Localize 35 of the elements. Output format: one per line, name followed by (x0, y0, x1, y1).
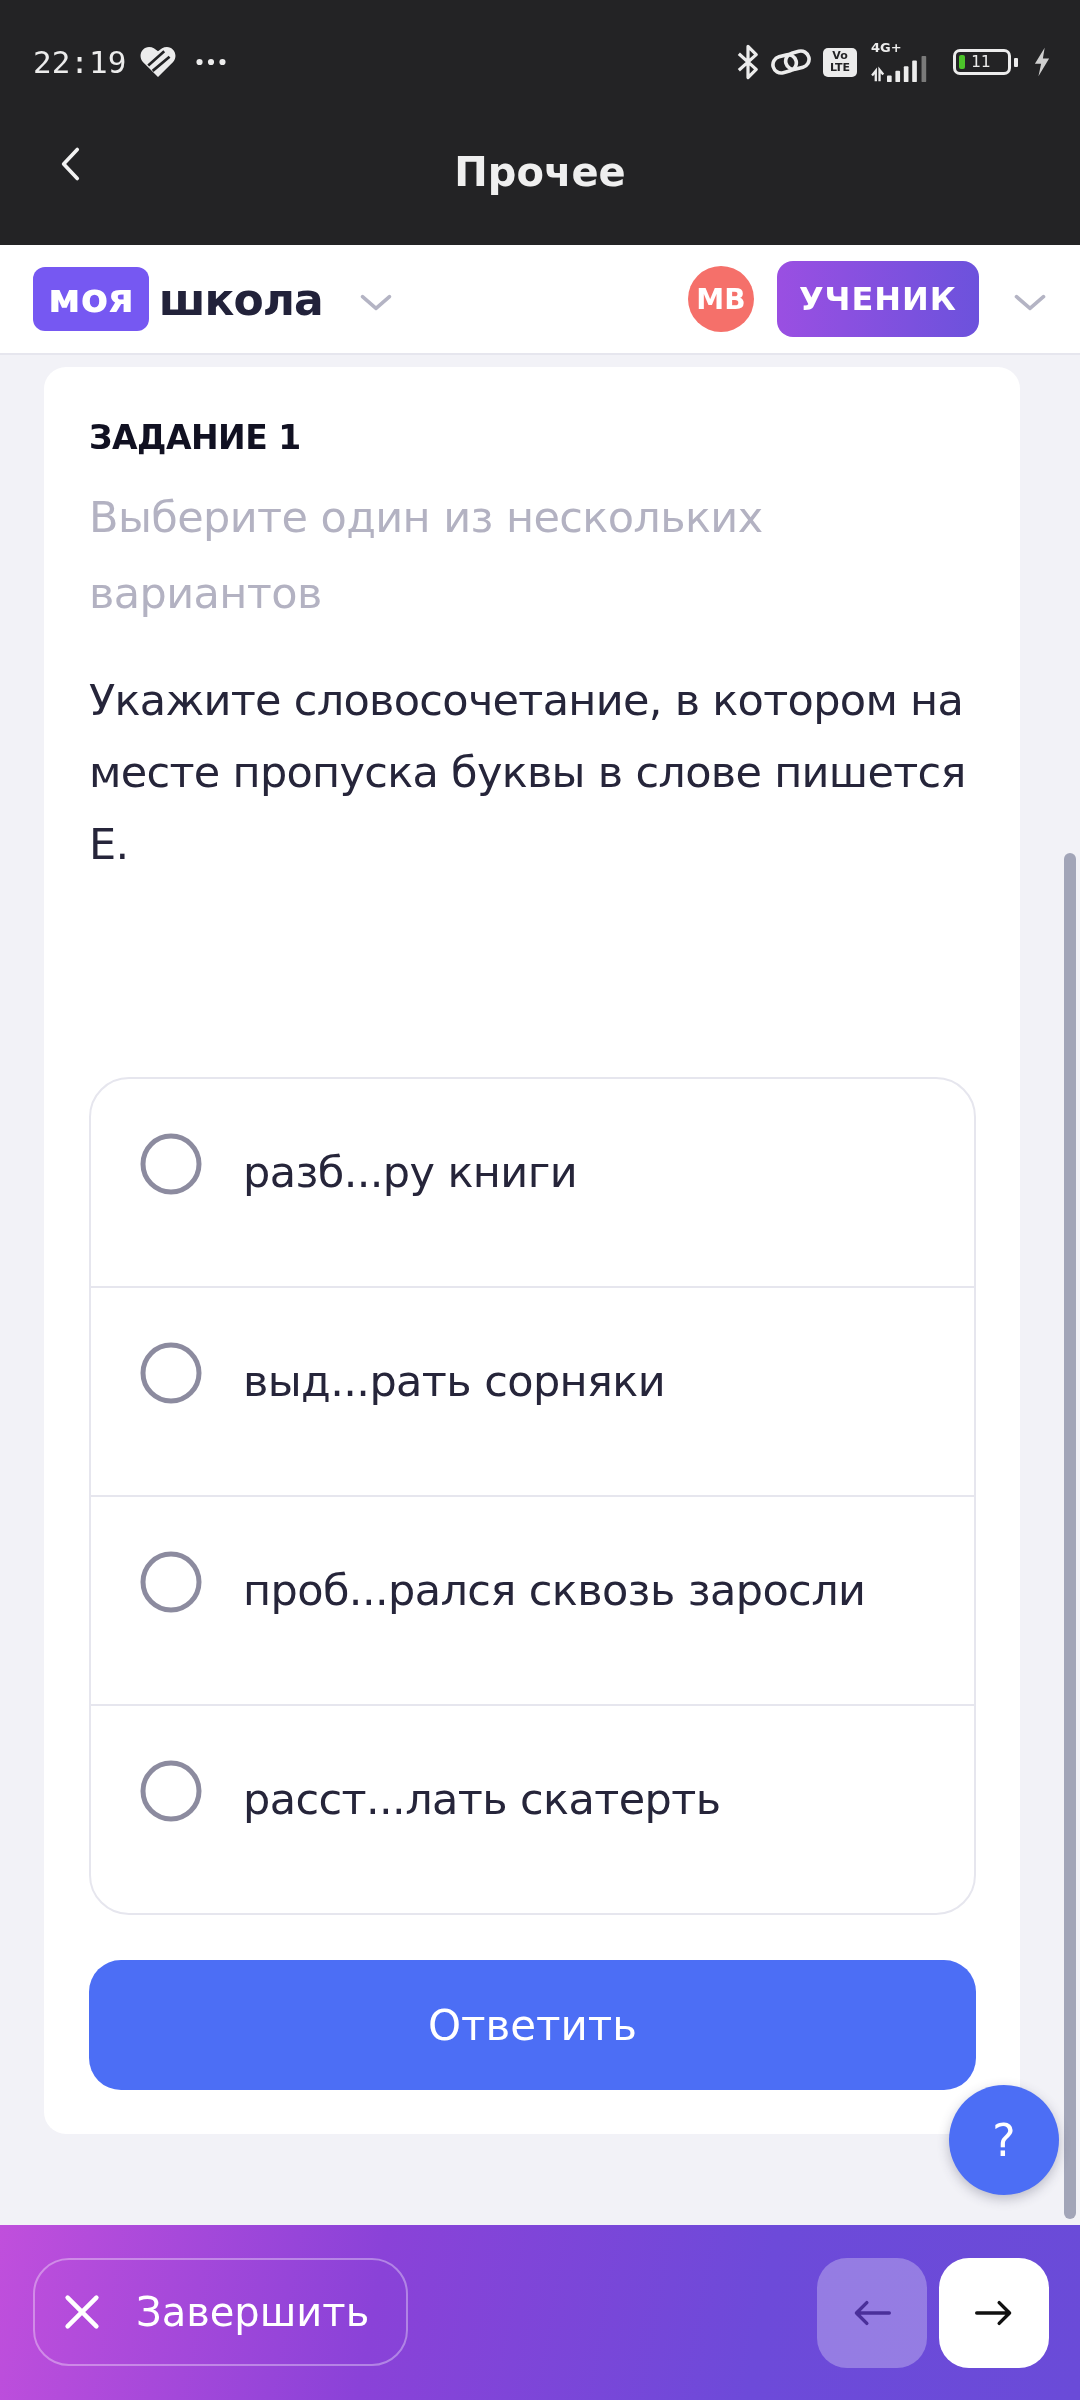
close-icon (64, 2294, 100, 2330)
link-icon (771, 48, 811, 76)
volte-badge: Vo LTE (823, 47, 857, 77)
logo-text: школа (158, 273, 323, 325)
role-badge[interactable]: УЧЕНИК (776, 261, 979, 337)
bluetooth-icon (737, 43, 759, 81)
task-label: ЗАДАНИЕ 1 (89, 417, 302, 459)
screen-title: Прочее (454, 148, 626, 197)
avatar[interactable]: МВ (687, 266, 754, 332)
battery-indicator: 11 (953, 49, 1018, 75)
finish-button[interactable]: Завершить (33, 2258, 408, 2366)
status-time: 22:19 (33, 44, 127, 80)
network-type: 4G+ (871, 41, 902, 55)
caret-icon[interactable] (1013, 294, 1047, 312)
option-label[interactable]: выд...рать сорняки (243, 1350, 666, 1412)
arrow-left-icon (853, 2300, 891, 2326)
radio-icon[interactable] (140, 1133, 202, 1195)
task-instruction: Выберите один из нескольких вариантов (89, 491, 764, 620)
radio-icon[interactable] (140, 1760, 202, 1822)
help-button[interactable]: ? (949, 2085, 1059, 2195)
next-button[interactable] (939, 2258, 1049, 2368)
back-icon[interactable] (60, 146, 80, 182)
arrow-right-icon (975, 2300, 1013, 2326)
caret-icon[interactable] (358, 294, 393, 312)
answer-button[interactable]: Ответить (89, 1960, 976, 2090)
option-label[interactable]: расст...лать скатерть (243, 1768, 721, 1830)
question-text: Укажите словосочетание, в котором на месте пропуска буквы в слове пишется Е. (89, 674, 967, 871)
option-label[interactable]: проб...рался сквозь заросли (243, 1559, 866, 1621)
radio-icon[interactable] (140, 1551, 202, 1613)
charging-icon (1034, 47, 1050, 77)
option-label[interactable]: разб...ру книги (243, 1141, 577, 1203)
heart-icon (140, 46, 177, 78)
logo-badge: моя (33, 267, 149, 331)
more-dots-icon (196, 58, 227, 66)
radio-icon[interactable] (140, 1342, 202, 1404)
